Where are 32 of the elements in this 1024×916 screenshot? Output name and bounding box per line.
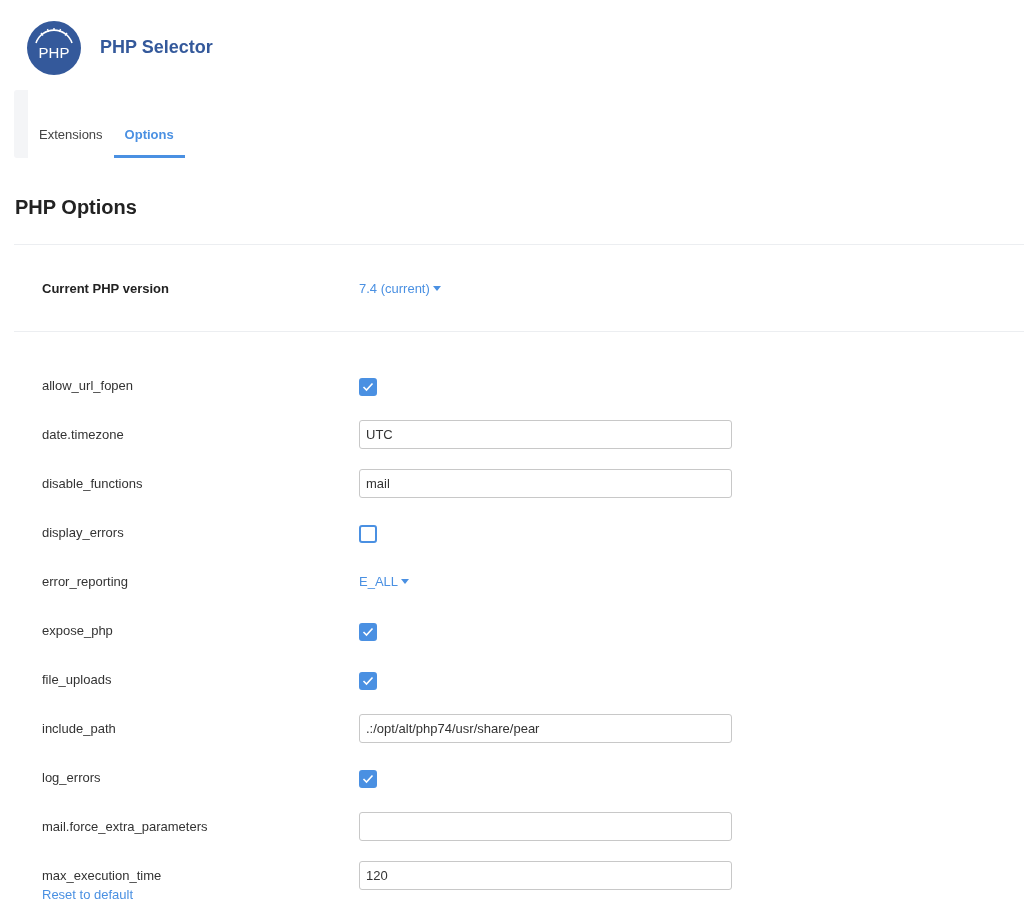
checkmark-icon: [362, 675, 374, 686]
checkbox[interactable]: [359, 671, 377, 690]
option-label: file_uploads: [42, 672, 113, 687]
option-label: expose_php: [42, 623, 114, 638]
input-field[interactable]: UTC: [359, 420, 732, 449]
field-label: Current PHP version: [42, 280, 170, 296]
option-label: disable_functions: [42, 476, 144, 491]
app-title: PHP Selector: [100, 37, 213, 58]
checkbox[interactable]: [359, 377, 377, 396]
section-heading: PHP Options: [15, 196, 138, 219]
tab[interactable]: Extensions: [28, 127, 114, 158]
option-label: error_reporting: [42, 574, 129, 589]
option-label: include_path: [42, 721, 117, 736]
checkbox[interactable]: [359, 524, 377, 543]
option-label: date.timezone: [42, 427, 125, 442]
caret-icon: [432, 285, 441, 291]
checkmark-icon: [362, 381, 374, 392]
logo-text: PHP: [38, 43, 70, 61]
checkbox[interactable]: [359, 622, 377, 641]
option-label: mail.force_extra_parameters: [42, 819, 209, 834]
input-field[interactable]: [359, 812, 732, 841]
option-label: display_errors: [42, 525, 125, 540]
input-field[interactable]: 120: [359, 861, 732, 890]
checkbox[interactable]: [359, 769, 377, 788]
option-label: allow_url_fopen: [42, 378, 135, 393]
option-label: log_errors: [42, 770, 102, 785]
checkmark-icon: [362, 773, 374, 784]
caret-icon: [401, 579, 410, 584]
checkmark-icon: [362, 626, 374, 637]
input-field[interactable]: mail: [359, 469, 732, 498]
option-label: max_execution_time: [42, 868, 163, 883]
input-field[interactable]: .:/opt/alt/php74/usr/share/pear: [359, 714, 732, 743]
